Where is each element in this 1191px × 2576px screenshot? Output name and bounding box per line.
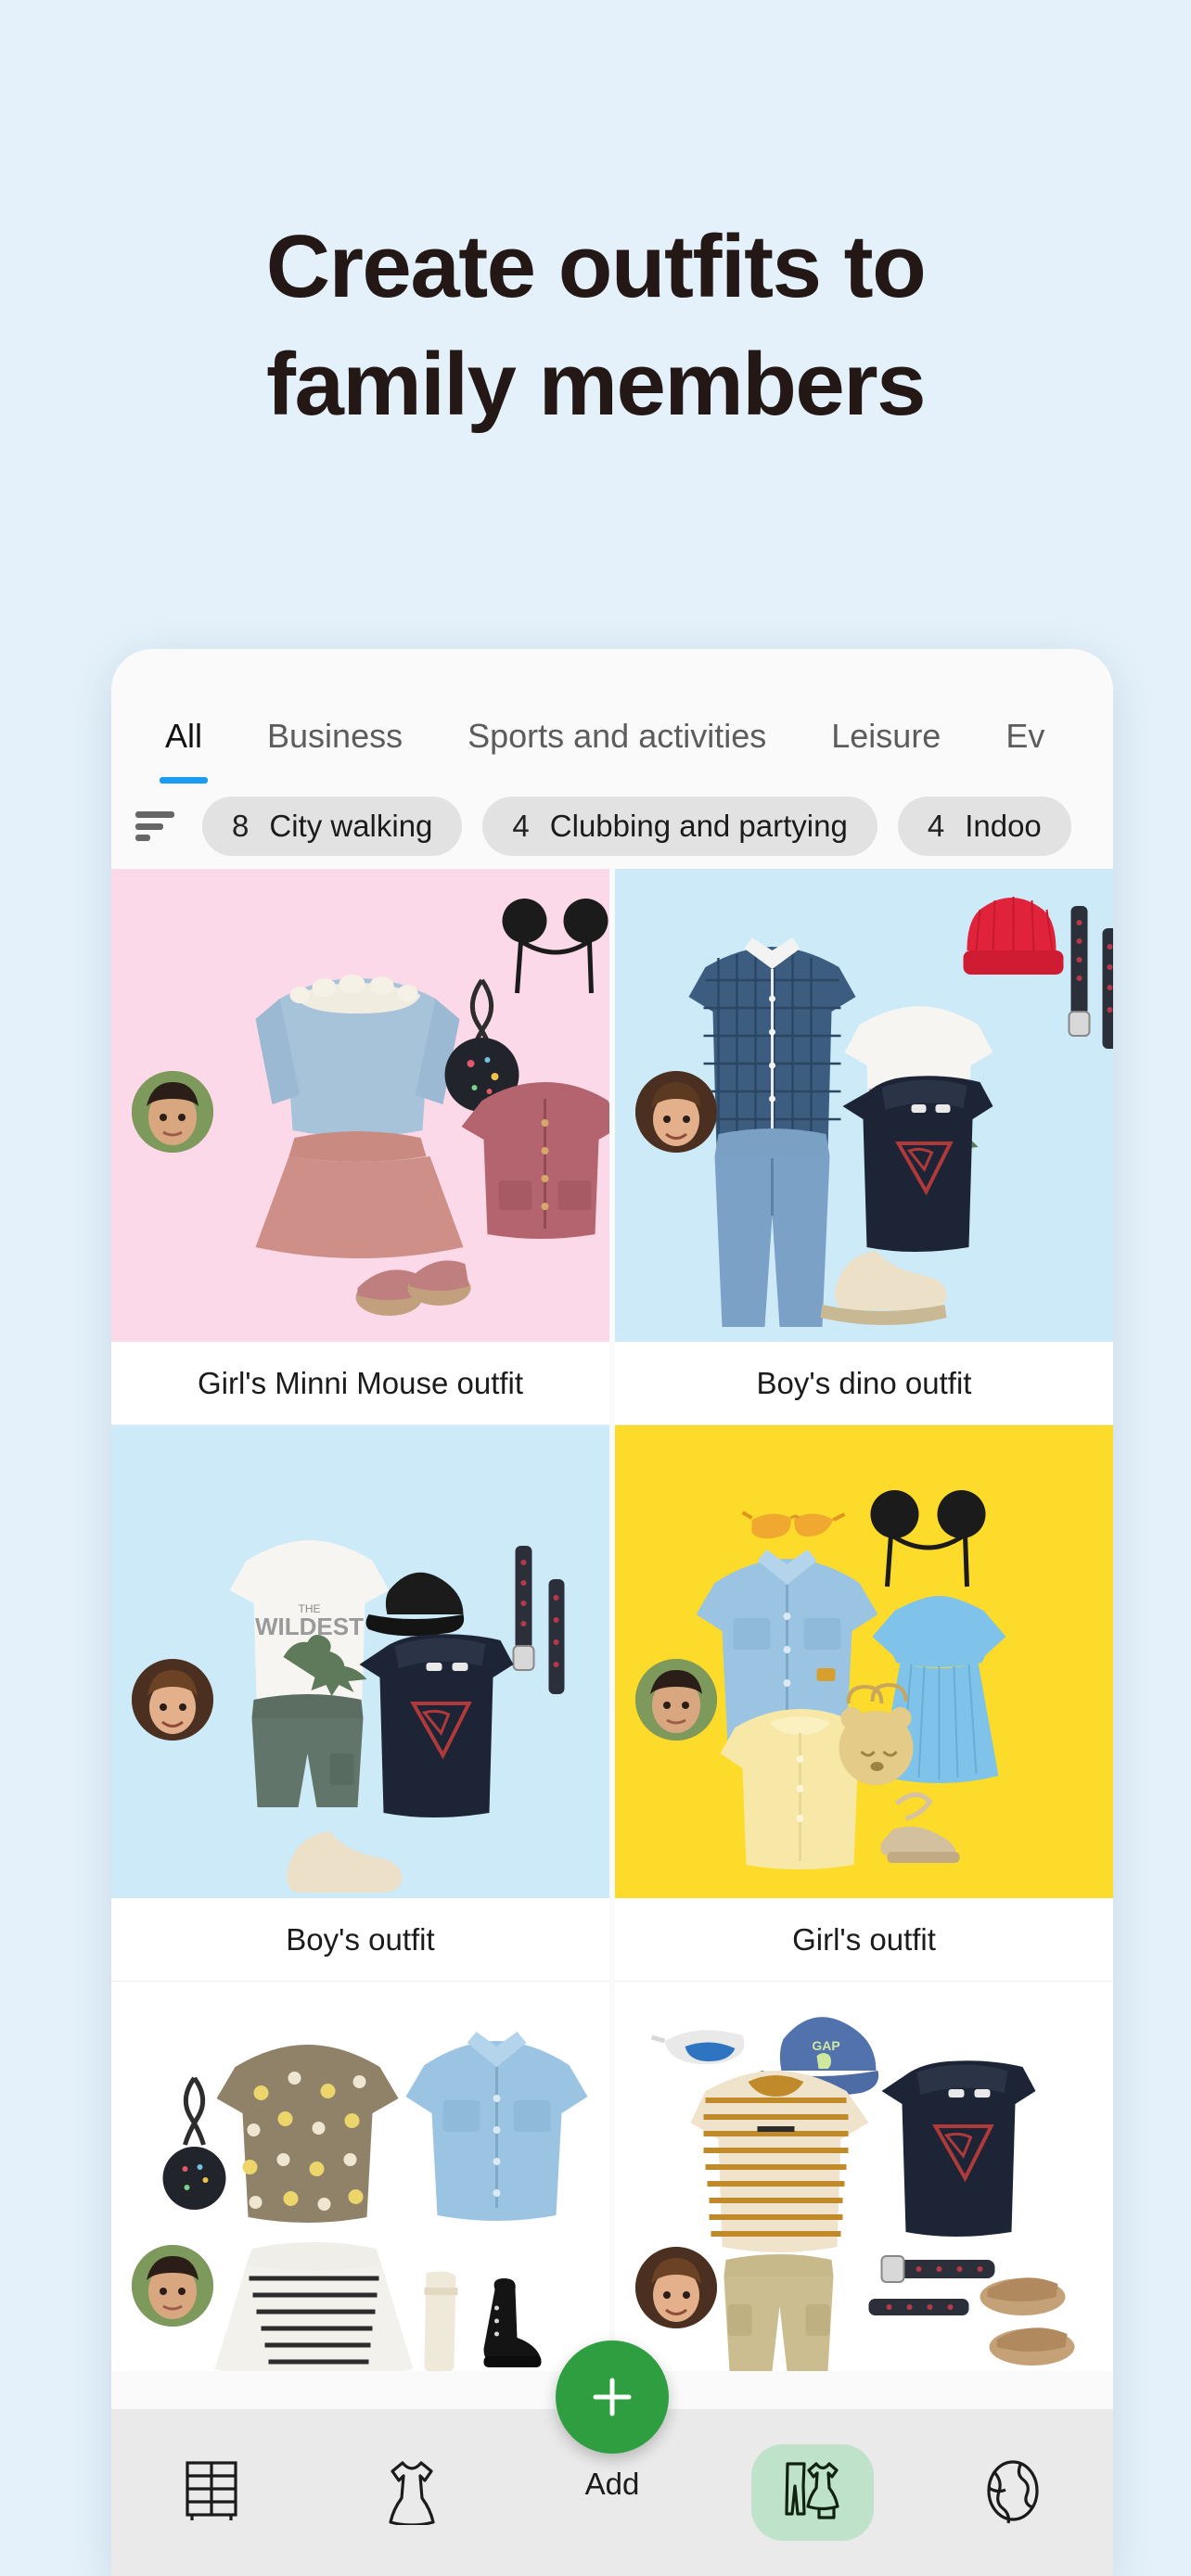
- filter-chip-city-walking[interactable]: 8 City walking: [202, 797, 463, 856]
- filter-chip-count: 4: [927, 809, 945, 843]
- tab-all[interactable]: All: [159, 717, 209, 784]
- outfits-icon: [778, 2456, 847, 2530]
- avatar[interactable]: [635, 1659, 717, 1741]
- headline-line-1: Create outfits to: [265, 217, 927, 316]
- bottom-navigation-bar[interactable]: Add: [111, 2340, 1113, 2576]
- avatar[interactable]: [132, 1659, 213, 1741]
- headline-line-2: family members: [265, 334, 927, 434]
- outfit-title: Boy's dino outfit: [615, 1342, 1113, 1425]
- outfit-thumbnail[interactable]: GAP: [615, 1982, 1113, 2371]
- add-outfit-button[interactable]: [556, 2340, 669, 2454]
- tab-events[interactable]: Ev: [1005, 717, 1044, 784]
- filter-chip-count: 8: [232, 809, 250, 843]
- outfit-card[interactable]: THE WILDEST OF ALL: [615, 869, 1113, 1425]
- outfit-grid: Girl's Minni Mouse outfit Boy's dino out…: [111, 869, 1113, 2371]
- outfit-thumbnail[interactable]: [111, 869, 609, 1342]
- filter-chip-clubbing-and-partying[interactable]: 4 Clubbing and partying: [482, 797, 877, 856]
- phone-mockup: All Business Sports and activities Leisu…: [111, 649, 1113, 2576]
- outfit-thumbnail[interactable]: THE WILDEST: [111, 1425, 609, 1898]
- avatar[interactable]: [132, 2245, 213, 2327]
- nav-item-explore[interactable]: [913, 2409, 1113, 2576]
- outfit-card[interactable]: GAP: [615, 1982, 1113, 2371]
- tab-business[interactable]: Business: [267, 717, 403, 784]
- outfit-title: Girl's outfit: [615, 1898, 1113, 1982]
- tab-sports-and-activities[interactable]: Sports and activities: [467, 717, 766, 784]
- dress-icon: [383, 2456, 441, 2530]
- tab-leisure[interactable]: Leisure: [831, 717, 941, 784]
- avatar[interactable]: [635, 1071, 717, 1153]
- filter-chip-label: Clubbing and partying: [549, 809, 848, 843]
- outfit-title: Girl's Minni Mouse outfit: [111, 1342, 609, 1425]
- outfit-thumbnail[interactable]: [111, 1982, 609, 2371]
- nav-pill: [751, 2444, 874, 2541]
- add-outfit-label: Add: [584, 2467, 640, 2501]
- avatar[interactable]: [132, 1071, 213, 1153]
- globe-icon: [980, 2456, 1045, 2530]
- outfit-thumbnail[interactable]: [615, 1425, 1113, 1898]
- filter-chip-row[interactable]: 8 City walking 4 Clubbing and partying 4…: [111, 784, 1113, 869]
- filter-chip-count: 4: [512, 809, 530, 843]
- add-outfit-fab-wrapper[interactable]: Add: [519, 2340, 705, 2502]
- outfit-card[interactable]: THE WILDEST Boy's outfit: [111, 1425, 609, 1982]
- nav-item-clothes[interactable]: [312, 2409, 512, 2576]
- nav-pill: [150, 2444, 273, 2541]
- outfit-title: Boy's outfit: [111, 1898, 609, 1982]
- outfit-card[interactable]: [111, 1982, 609, 2371]
- nav-pill: [351, 2444, 473, 2541]
- promo-headline: Create outfits to family members: [0, 209, 1191, 443]
- outfit-card[interactable]: Girl's Minni Mouse outfit: [111, 869, 609, 1425]
- plus-icon: [586, 2371, 638, 2423]
- filter-chip-label: Indoo: [965, 809, 1042, 843]
- avatar[interactable]: [635, 2247, 717, 2328]
- filter-chip-indoor[interactable]: 4 Indoo: [897, 797, 1071, 856]
- outfit-card[interactable]: Girl's outfit: [615, 1425, 1113, 1982]
- sort-icon[interactable]: [135, 808, 178, 845]
- nav-pill: [952, 2444, 1074, 2541]
- nav-item-wardrobe[interactable]: [111, 2409, 312, 2576]
- wardrobe-icon: [181, 2457, 242, 2529]
- nav-item-outfits[interactable]: [712, 2409, 913, 2576]
- category-tab-bar[interactable]: All Business Sports and activities Leisu…: [111, 649, 1113, 784]
- svg-text:WILDEST: WILDEST: [255, 1613, 364, 1640]
- filter-chip-label: City walking: [269, 809, 433, 843]
- outfit-thumbnail[interactable]: THE WILDEST OF ALL: [615, 869, 1113, 1342]
- svg-text:GAP: GAP: [812, 2038, 839, 2053]
